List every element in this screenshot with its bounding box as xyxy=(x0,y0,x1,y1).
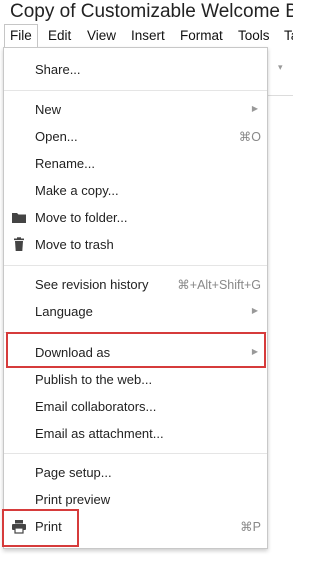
menu-edit[interactable]: Edit xyxy=(48,27,71,45)
menu-item-label: Rename... xyxy=(35,156,95,171)
menu-item-download-as[interactable]: Download as ▶ xyxy=(4,339,267,366)
menu-separator xyxy=(4,453,267,454)
menu-tools[interactable]: Tools xyxy=(238,27,270,45)
document-title[interactable]: Copy of Customizable Welcome Ba xyxy=(10,1,293,23)
menu-insert[interactable]: Insert xyxy=(131,27,165,45)
menu-item-print[interactable]: Print ⌘P xyxy=(4,513,267,540)
menu-separator xyxy=(4,90,267,91)
menu-item-label: Page setup... xyxy=(35,465,112,480)
menu-item-label: Language xyxy=(35,304,93,319)
menu-item-publish[interactable]: Publish to the web... xyxy=(4,366,267,393)
menu-item-move-to-trash[interactable]: Move to trash xyxy=(4,231,267,258)
app-window: Copy of Customizable Welcome Ba File Edi… xyxy=(0,0,293,563)
menu-item-open[interactable]: Open... ⌘O xyxy=(4,123,267,150)
menu-item-revision-history[interactable]: See revision history ⌘+Alt+Shift+G xyxy=(4,271,267,298)
menu-item-shortcut: ⌘P xyxy=(240,520,261,534)
chevron-right-icon: ▶ xyxy=(251,306,258,315)
menu-format[interactable]: Format xyxy=(180,27,223,45)
menu-file[interactable]: File xyxy=(4,24,38,47)
menu-table[interactable]: Ta xyxy=(284,27,293,45)
menu-item-label: Publish to the web... xyxy=(35,372,153,387)
menu-item-shortcut: ⌘O xyxy=(238,130,261,144)
menu-item-print-preview[interactable]: Print preview xyxy=(4,486,267,513)
menu-item-label: See revision history xyxy=(35,277,149,292)
menu-item-label: Move to folder... xyxy=(35,210,128,225)
menu-item-email-attachment[interactable]: Email as attachment... xyxy=(4,420,267,447)
toolbar-collapse-icon[interactable]: ▾ xyxy=(278,62,283,73)
menu-item-make-copy[interactable]: Make a copy... xyxy=(4,177,267,204)
menu-separator xyxy=(4,265,267,266)
chevron-right-icon: ▶ xyxy=(251,347,258,356)
menu-item-label: Move to trash xyxy=(35,237,114,252)
file-menu-dropdown: Share... New ▶ Open... ⌘O Rename... Make… xyxy=(3,47,268,549)
chevron-right-icon: ▶ xyxy=(251,104,258,113)
menu-item-new[interactable]: New ▶ xyxy=(4,96,267,123)
trash-icon xyxy=(11,237,27,252)
menu-view[interactable]: View xyxy=(87,27,116,45)
menu-item-language[interactable]: Language ▶ xyxy=(4,298,267,325)
menu-item-rename[interactable]: Rename... xyxy=(4,150,267,177)
folder-icon xyxy=(11,210,27,225)
menu-item-label: Print preview xyxy=(35,492,111,507)
printer-icon xyxy=(11,519,27,534)
toolbar-divider xyxy=(266,95,293,96)
menu-separator xyxy=(4,332,267,333)
menu-item-label: Download as xyxy=(35,345,111,360)
menu-item-label: Open... xyxy=(35,129,78,144)
menu-bar: File Edit View Insert Format Tools Ta xyxy=(0,24,293,48)
menu-item-label: New xyxy=(35,102,62,117)
menu-item-email-collaborators[interactable]: Email collaborators... xyxy=(4,393,267,420)
menu-item-label: Email as attachment... xyxy=(35,426,164,441)
menu-item-share[interactable]: Share... xyxy=(4,56,267,83)
menu-item-move-to-folder[interactable]: Move to folder... xyxy=(4,204,267,231)
menu-item-label: Share... xyxy=(35,62,81,77)
menu-item-label: Make a copy... xyxy=(35,183,119,198)
menu-item-shortcut: ⌘+Alt+Shift+G xyxy=(177,278,261,292)
menu-item-label: Print xyxy=(35,519,62,534)
menu-item-page-setup[interactable]: Page setup... xyxy=(4,459,267,486)
menu-item-label: Email collaborators... xyxy=(35,399,157,414)
